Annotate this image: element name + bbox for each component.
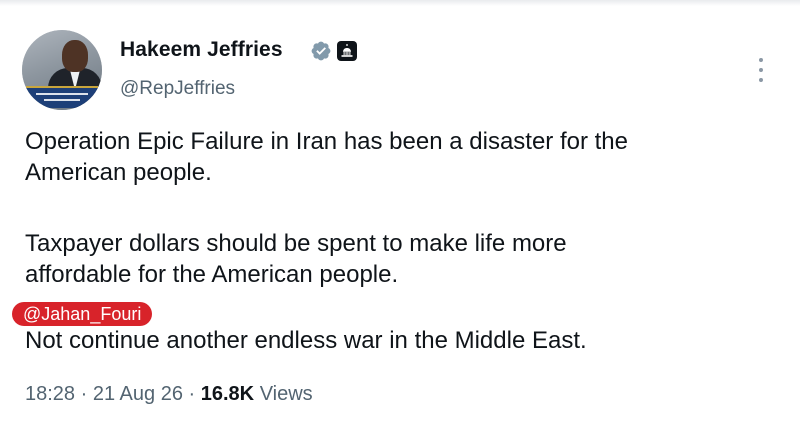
meta-separator: · [80,383,88,405]
tweet-time[interactable]: 18:28 [25,383,75,405]
author-handle[interactable]: @RepJeffries [120,78,235,100]
author-name[interactable]: Hakeem Jeffries [120,38,283,62]
meta-separator: · [188,383,196,405]
tweet-card: Hakeem Jeffries @RepJeffries Operation E… [0,0,800,431]
tweet-text-line: affordable for the American people. [25,261,399,288]
nameplate-line [44,99,80,101]
tweet-text-line: Operation Epic Failure in Iran has been … [25,128,628,155]
tweet-text-line: Taxpayer dollars should be spent to make… [25,230,567,257]
nameplate-line [36,93,88,95]
avatar-head [62,40,88,72]
more-dot [759,78,763,82]
more-dot [759,68,763,72]
verified-badge-icon [311,41,331,61]
watermark-label: @Jahan_Fouri [12,302,153,326]
tweet-text-line: Not continue another endless war in the … [25,327,587,354]
us-capitol-icon [337,41,357,61]
views-label: Views [259,383,313,405]
tweet-text-line: American people. [25,159,212,186]
tweet-meta: 18:28 · 21 Aug 26 · 16.8K Views [25,383,313,406]
avatar[interactable] [22,30,102,110]
views-count[interactable]: 16.8K [201,383,254,405]
more-dot [759,58,763,62]
tweet-date[interactable]: 21 Aug 26 [93,383,183,405]
more-vertical-icon[interactable] [754,56,768,86]
top-divider [0,0,800,6]
avatar-nameplate [26,86,98,108]
